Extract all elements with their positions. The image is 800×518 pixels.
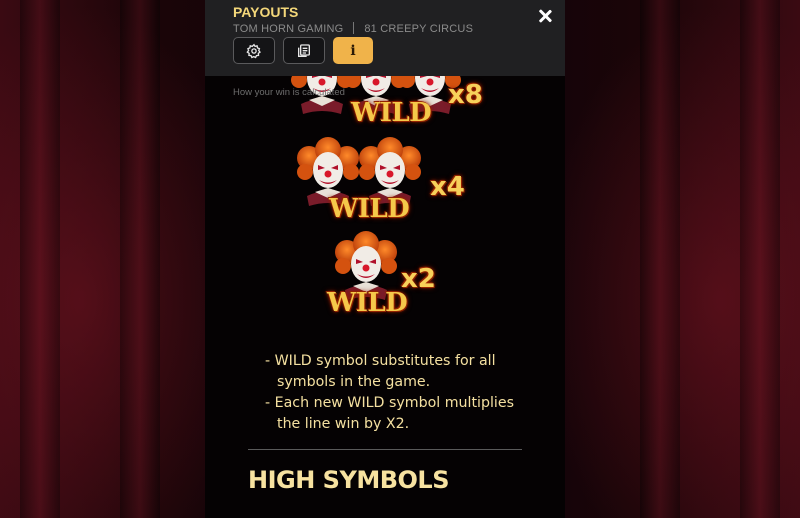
multiplier-label: x4	[430, 172, 465, 202]
section-divider	[248, 449, 522, 450]
tab-settings[interactable]	[233, 37, 275, 64]
section-caption: How your win is calculated	[233, 87, 345, 98]
gear-icon	[246, 43, 261, 58]
rule-item: - Each new WILD symbol multiplies the li…	[265, 395, 514, 432]
tab-bar: i	[233, 37, 373, 64]
multiplier-label: x8	[448, 80, 483, 110]
wild-label: WILD	[327, 288, 408, 318]
curtain-fold	[20, 0, 60, 518]
wild-label: WILD	[329, 194, 410, 224]
game-subtitle: TOM HORN GAMING 81 CREEPY CIRCUS	[233, 22, 473, 35]
tab-paytable[interactable]	[283, 37, 325, 64]
info-icon: i	[350, 42, 356, 59]
wild-symbol-x2: WILD x2	[327, 230, 467, 326]
panel-header: PAYOUTS TOM HORN GAMING 81 CREEPY CIRCUS	[205, 0, 565, 76]
payouts-panel: PAYOUTS TOM HORN GAMING 81 CREEPY CIRCUS	[205, 0, 565, 518]
wild-label: WILD	[351, 98, 432, 128]
subtitle-divider	[353, 22, 355, 34]
tab-info[interactable]: i	[333, 37, 373, 64]
wild-symbol-x4: WILD x4	[297, 136, 487, 228]
curtain-fold	[120, 0, 160, 518]
panel-title: PAYOUTS	[233, 4, 299, 20]
game-name: 81 CREEPY CIRCUS	[364, 23, 474, 35]
curtain-fold	[740, 0, 780, 518]
multiplier-label: x2	[401, 264, 436, 294]
section-heading-high-symbols: HIGH SYMBOLS	[248, 466, 449, 494]
provider-name: TOM HORN GAMING	[233, 23, 344, 35]
pages-icon	[298, 43, 310, 57]
rule-item: - WILD symbol substitutes for all symbol…	[265, 353, 496, 390]
wild-rules-list: - WILD symbol substitutes for all symbol…	[265, 351, 535, 435]
close-icon[interactable]	[535, 6, 555, 26]
curtain-fold	[640, 0, 680, 518]
